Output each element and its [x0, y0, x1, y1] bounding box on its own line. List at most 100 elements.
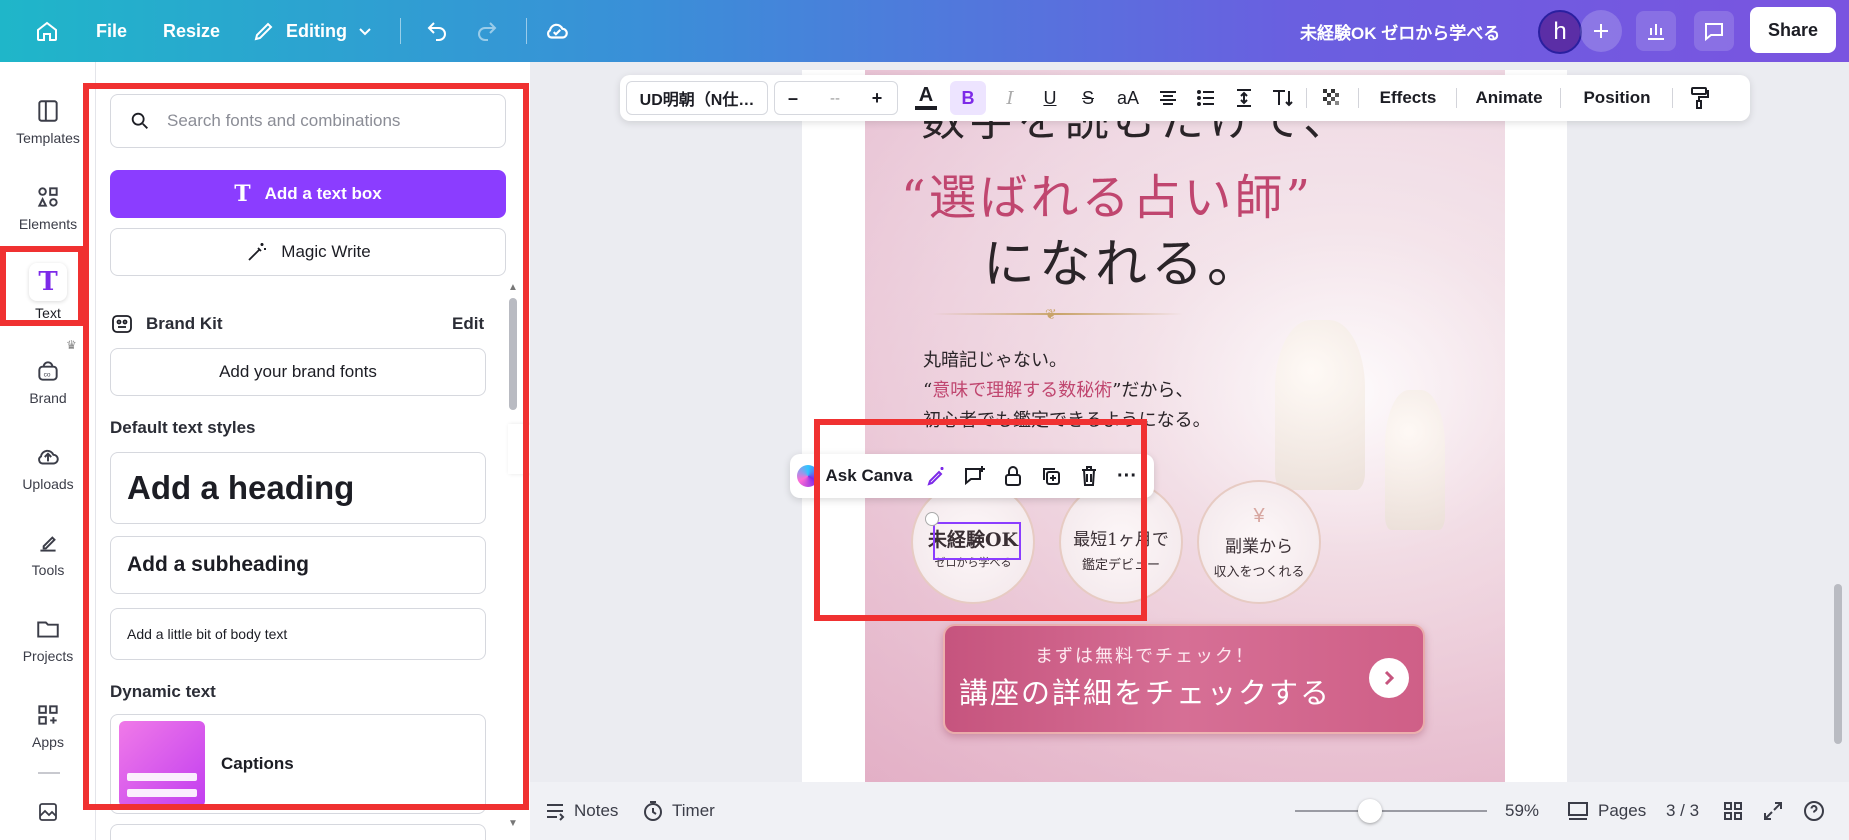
apps-icon: [38, 705, 58, 725]
align-button[interactable]: [1150, 75, 1186, 121]
letter-case-button[interactable]: aA: [1108, 75, 1148, 121]
notes-button[interactable]: Notes: [544, 782, 618, 840]
list-button[interactable]: [1188, 75, 1224, 121]
badge-beginner-ok[interactable]: 未経験OK ゼロから学べる: [911, 480, 1035, 604]
avatar[interactable]: h: [1538, 10, 1582, 54]
font-size-input[interactable]: --: [814, 75, 856, 121]
body-line-1[interactable]: 丸暗記じゃない。: [923, 346, 1067, 372]
rail-item-templates[interactable]: Templates: [0, 82, 96, 162]
animate-button[interactable]: Animate: [1466, 75, 1552, 121]
body-line-2[interactable]: “意味で理解する数秘術”だから、: [923, 376, 1193, 402]
cta-small-text: まずは無料でチェック！: [1035, 646, 1255, 667]
strikethrough-button[interactable]: S: [1070, 75, 1106, 121]
font-size-decrease[interactable]: –: [776, 75, 810, 121]
add-brand-fonts-button[interactable]: Add your brand fonts: [110, 348, 486, 396]
transparency-button[interactable]: [1314, 75, 1350, 121]
cloud-sync-button[interactable]: [540, 14, 574, 48]
file-menu[interactable]: File: [96, 0, 127, 62]
resize-button[interactable]: Resize: [163, 0, 220, 62]
document-title[interactable]: 未経験OK ゼロから学べる: [1300, 0, 1500, 62]
selected-text-box[interactable]: [933, 522, 1021, 560]
editing-mode-dropdown[interactable]: Editing: [252, 0, 373, 62]
search-field[interactable]: Search fonts and combinations: [110, 94, 506, 148]
lock-button[interactable]: [996, 454, 1030, 498]
effects-button[interactable]: Effects: [1368, 75, 1448, 121]
position-button[interactable]: Position: [1570, 75, 1664, 121]
badge3-bottom-text: 収入をつくれる: [1213, 564, 1305, 580]
rail-item-brand[interactable]: co Brand: [0, 342, 96, 422]
magic-media-icon[interactable]: [36, 800, 60, 829]
font-family-dropdown[interactable]: UD明朝（N仕…: [626, 81, 768, 115]
brand-kit-header: Brand Kit: [110, 312, 223, 336]
rail-item-uploads[interactable]: Uploads: [0, 428, 96, 508]
comments-button[interactable]: [1694, 11, 1734, 51]
line-spacing-icon: [1237, 89, 1251, 107]
pages-button[interactable]: Pages: [1566, 782, 1646, 840]
home-button[interactable]: [30, 14, 64, 48]
canvas-scrollbar-thumb[interactable]: [1834, 584, 1842, 744]
add-heading-button[interactable]: Add a heading: [110, 452, 486, 524]
add-text-box-button[interactable]: T Add a text box: [110, 170, 506, 218]
add-comment-button[interactable]: [958, 454, 992, 498]
rail-item-text-active[interactable]: T Text: [0, 252, 96, 332]
copy-style-button[interactable]: [1680, 75, 1720, 121]
magic-edit-button[interactable]: [920, 454, 954, 498]
underline-button[interactable]: U: [1032, 75, 1068, 121]
toolbar-divider: [1560, 88, 1561, 108]
bold-button[interactable]: B: [950, 81, 986, 115]
plus-icon: [1594, 24, 1608, 38]
delete-button[interactable]: [1072, 454, 1106, 498]
brand-kit-icon: [112, 315, 132, 333]
grid-view-button[interactable]: [1722, 782, 1744, 840]
badge-side-income[interactable]: ¥ 副業から 収入をつくれる: [1197, 480, 1321, 604]
add-body-text-button[interactable]: Add a little bit of body text: [110, 608, 486, 660]
rotate-handle[interactable]: [925, 512, 939, 526]
zoom-slider-thumb[interactable]: [1357, 799, 1382, 823]
undo-button[interactable]: [420, 14, 454, 48]
share-button[interactable]: Share: [1750, 7, 1836, 53]
spacing-button[interactable]: [1226, 75, 1262, 121]
vertical-text-button[interactable]: [1264, 75, 1300, 121]
captions-card[interactable]: Captions: [110, 714, 486, 814]
headline-line-2[interactable]: “選ばれる占い師”: [901, 158, 1313, 228]
text-color-button[interactable]: A: [908, 75, 944, 121]
add-subheading-button[interactable]: Add a subheading: [110, 536, 486, 594]
rail-item-projects[interactable]: Projects: [0, 600, 96, 680]
home-icon: [37, 21, 57, 41]
fullscreen-button[interactable]: [1762, 782, 1784, 840]
cta-button[interactable]: まずは無料でチェック！ 講座の詳細をチェックする: [943, 624, 1425, 734]
next-card[interactable]: [110, 824, 486, 840]
align-center-icon: [1160, 91, 1176, 105]
help-button[interactable]: [1802, 782, 1826, 840]
badge-debut[interactable]: 最短1ヶ月で 鑑定デビュー: [1059, 480, 1183, 604]
toolbar-divider: [1672, 88, 1673, 108]
duplicate-icon: [1043, 468, 1060, 485]
invite-button[interactable]: [1580, 10, 1622, 52]
font-size-increase[interactable]: +: [860, 75, 894, 121]
redo-button[interactable]: [470, 14, 504, 48]
headline-line-3[interactable]: になれる。: [983, 222, 1263, 297]
panel-scrollbar-thumb[interactable]: [509, 298, 517, 410]
rail-item-apps[interactable]: Apps: [0, 686, 96, 766]
brand-kit-edit-link[interactable]: Edit: [452, 314, 484, 334]
rail-item-elements[interactable]: Elements: [0, 168, 96, 248]
rail-label: Elements: [18, 216, 78, 232]
brand-icon: co: [38, 361, 58, 381]
rail-label: Projects: [22, 648, 74, 664]
rail-divider: [38, 772, 60, 774]
zoom-slider-track[interactable]: [1295, 810, 1487, 812]
insights-button[interactable]: [1636, 11, 1676, 51]
italic-button[interactable]: I: [992, 75, 1028, 121]
more-options-icon[interactable]: ···: [1110, 454, 1144, 498]
ask-canva-button[interactable]: Ask Canva: [824, 454, 914, 498]
scroll-down-icon[interactable]: ▼: [508, 818, 518, 829]
search-input[interactable]: Search fonts and combinations: [167, 111, 400, 131]
design-artboard[interactable]: 数字を読むだけで、 “選ばれる占い師” になれる。 ❦ 丸暗記じゃない。 “意味…: [865, 70, 1505, 786]
duplicate-button[interactable]: [1034, 454, 1068, 498]
body-line-3[interactable]: 初心者でも鑑定できるようになる。: [923, 406, 1211, 432]
timer-button[interactable]: Timer: [642, 782, 715, 840]
scroll-up-icon[interactable]: ▲: [508, 282, 518, 293]
zoom-level[interactable]: 59%: [1505, 782, 1539, 840]
rail-item-tools[interactable]: Tools: [0, 514, 96, 594]
magic-write-button[interactable]: Magic Write: [110, 228, 506, 276]
